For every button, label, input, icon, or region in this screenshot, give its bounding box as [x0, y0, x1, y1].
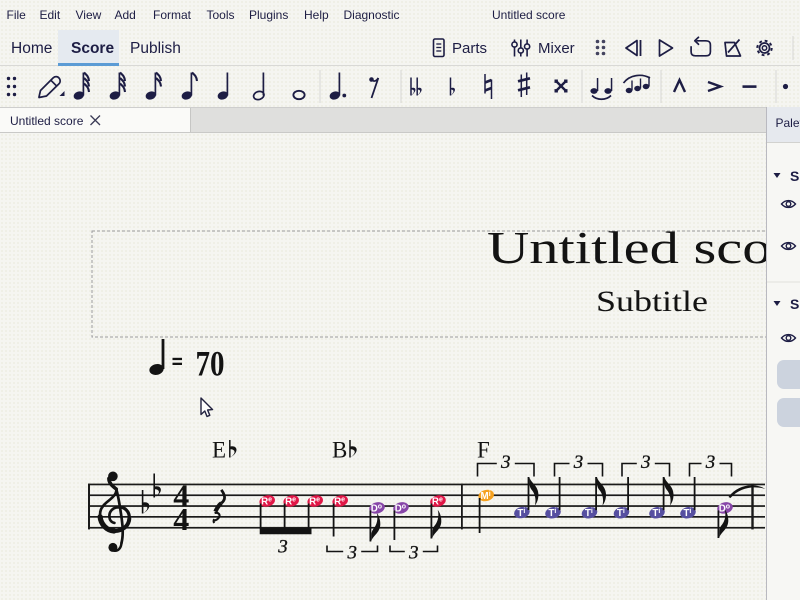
svg-text:Subtitle: Subtitle — [596, 285, 708, 318]
svg-text:S: S — [790, 168, 799, 184]
svg-text:B: B — [332, 438, 347, 463]
svg-text:3: 3 — [500, 452, 511, 473]
svg-text:Do: Do — [719, 503, 730, 514]
svg-text:S: S — [790, 296, 799, 312]
svg-text:3: 3 — [346, 543, 357, 564]
svg-text:Untitled score: Untitled score — [487, 222, 766, 273]
svg-text:3: 3 — [277, 537, 288, 558]
svg-text:3: 3 — [573, 452, 584, 473]
svg-text:F: F — [477, 438, 490, 463]
svg-text:Do: Do — [395, 503, 406, 514]
svg-text:3: 3 — [408, 543, 419, 564]
svg-text:3: 3 — [705, 452, 716, 473]
svg-text:70: 70 — [196, 344, 225, 384]
svg-text:Parts: Parts — [452, 40, 487, 57]
svg-text:Do: Do — [371, 503, 382, 514]
svg-text:E: E — [212, 438, 226, 463]
svg-text:Mixer: Mixer — [538, 40, 575, 57]
svg-text:4: 4 — [173, 501, 189, 537]
svg-text:3: 3 — [640, 452, 651, 473]
